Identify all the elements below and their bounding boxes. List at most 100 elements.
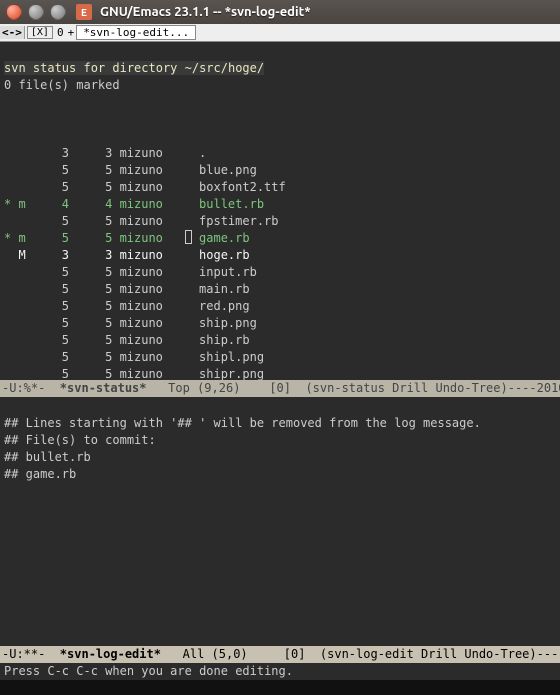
row-rev1: 5 xyxy=(33,281,69,298)
row-flag xyxy=(4,298,33,315)
row-gap xyxy=(177,196,199,213)
row-flag xyxy=(4,264,33,281)
row-gap xyxy=(177,264,199,281)
row-flag xyxy=(4,366,33,380)
row-user: mizuno xyxy=(112,145,177,162)
status-row[interactable]: * m 44mizuno bullet.rb xyxy=(4,196,560,213)
status-marked-count: 0 file(s) marked xyxy=(4,77,560,94)
status-row[interactable]: 55mizuno blue.png xyxy=(4,162,560,179)
row-file: red.png xyxy=(199,298,250,315)
status-row[interactable]: * m 55mizunogame.rb xyxy=(4,230,560,247)
tabbar-arrows[interactable]: <-> xyxy=(0,26,25,39)
row-flag xyxy=(4,349,33,366)
tabbar-plus-icon[interactable]: + xyxy=(66,26,77,39)
row-gap xyxy=(177,298,199,315)
row-user: mizuno xyxy=(112,247,177,264)
emacs-tabbar: <-> [X] 0 + *svn-log-edit... xyxy=(0,24,560,42)
svn-status-buffer[interactable]: svn status for directory ~/src/hoge/ 0 f… xyxy=(0,42,560,380)
row-rev2: 5 xyxy=(69,230,112,247)
row-file: bullet.rb xyxy=(199,196,264,213)
row-user: mizuno xyxy=(112,332,177,349)
row-file: ship.png xyxy=(199,315,257,332)
row-rev2: 5 xyxy=(69,264,112,281)
row-rev1: 5 xyxy=(33,298,69,315)
row-gap xyxy=(177,179,199,196)
row-rev2: 3 xyxy=(69,145,112,162)
row-flag xyxy=(4,162,33,179)
row-file: fpstimer.rb xyxy=(199,213,278,230)
row-rev2: 5 xyxy=(69,162,112,179)
row-rev1: 5 xyxy=(33,179,69,196)
row-file: input.rb xyxy=(199,264,257,281)
row-rev1: 5 xyxy=(33,213,69,230)
row-gap xyxy=(177,332,199,349)
log-line: ## Lines starting with '## ' will be rem… xyxy=(4,415,560,432)
row-rev1: 5 xyxy=(33,230,69,247)
row-file: ship.rb xyxy=(199,332,250,349)
row-rev1: 4 xyxy=(33,196,69,213)
row-file: blue.png xyxy=(199,162,257,179)
row-file: game.rb xyxy=(199,230,250,247)
status-row[interactable]: 55mizuno ship.png xyxy=(4,315,560,332)
row-rev1: 5 xyxy=(33,315,69,332)
row-gap xyxy=(177,349,199,366)
row-flag xyxy=(4,281,33,298)
maximize-icon[interactable] xyxy=(50,4,66,20)
row-file: shipr.png xyxy=(199,366,264,380)
row-rev1: 5 xyxy=(33,162,69,179)
tabbar-tab[interactable]: *svn-log-edit... xyxy=(76,25,196,40)
status-row[interactable]: 55mizuno ship.rb xyxy=(4,332,560,349)
status-row[interactable]: M 33mizuno hoge.rb xyxy=(4,247,560,264)
row-user: mizuno xyxy=(112,298,177,315)
row-user: mizuno xyxy=(112,264,177,281)
row-file: shipl.png xyxy=(199,349,264,366)
status-row[interactable]: 55mizuno main.rb xyxy=(4,281,560,298)
svn-log-edit-buffer[interactable]: ## Lines starting with '## ' will be rem… xyxy=(0,397,560,646)
row-user: mizuno xyxy=(112,162,177,179)
row-rev1: 5 xyxy=(33,349,69,366)
row-rev2: 5 xyxy=(69,213,112,230)
row-rev1: 3 xyxy=(33,247,69,264)
modeline-svn-status: -U:%*- *svn-status* Top (9,26) [0] (svn-… xyxy=(0,380,560,397)
status-row[interactable]: 55mizuno shipr.png xyxy=(4,366,560,380)
row-file: main.rb xyxy=(199,281,250,298)
row-user: mizuno xyxy=(112,315,177,332)
tabbar-checkbox[interactable]: [X] xyxy=(27,26,53,39)
window-title: GNU/Emacs 23.1.1 -- *svn-log-edit* xyxy=(100,5,311,19)
status-row[interactable]: 55mizuno fpstimer.rb xyxy=(4,213,560,230)
status-row[interactable]: 33mizuno . xyxy=(4,145,560,162)
row-user: mizuno xyxy=(112,196,177,213)
row-user: mizuno xyxy=(112,349,177,366)
row-rev2: 5 xyxy=(69,315,112,332)
row-user: mizuno xyxy=(112,281,177,298)
modeline-svn-log-edit: -U:**- *svn-log-edit* All (5,0) [0] (svn… xyxy=(0,646,560,663)
row-rev2: 5 xyxy=(69,366,112,380)
log-line: ## game.rb xyxy=(4,466,560,483)
app-icon: E xyxy=(76,4,92,20)
row-gap xyxy=(177,247,199,264)
row-gap xyxy=(177,145,199,162)
row-flag xyxy=(4,179,33,196)
row-flag: * m xyxy=(4,196,33,213)
minimize-icon[interactable] xyxy=(28,4,44,20)
close-icon[interactable] xyxy=(6,4,22,20)
status-row[interactable]: 55mizuno boxfont2.ttf xyxy=(4,179,560,196)
row-user: mizuno xyxy=(112,366,177,380)
row-rev2: 4 xyxy=(69,196,112,213)
row-file: . xyxy=(199,145,206,162)
status-row[interactable]: 55mizuno input.rb xyxy=(4,264,560,281)
status-row[interactable]: 55mizuno red.png xyxy=(4,298,560,315)
row-flag xyxy=(4,213,33,230)
point-cursor xyxy=(185,230,192,244)
status-row[interactable]: 55mizuno shipl.png xyxy=(4,349,560,366)
row-rev2: 5 xyxy=(69,298,112,315)
log-line: ## File(s) to commit: xyxy=(4,432,560,449)
row-rev2: 5 xyxy=(69,332,112,349)
row-file: hoge.rb xyxy=(199,247,250,264)
row-gap xyxy=(177,315,199,332)
row-rev1: 3 xyxy=(33,145,69,162)
row-gap xyxy=(177,366,199,380)
echo-area: Press C-c C-c when you are done editing. xyxy=(0,663,560,680)
row-rev1: 5 xyxy=(33,332,69,349)
row-flag xyxy=(4,332,33,349)
